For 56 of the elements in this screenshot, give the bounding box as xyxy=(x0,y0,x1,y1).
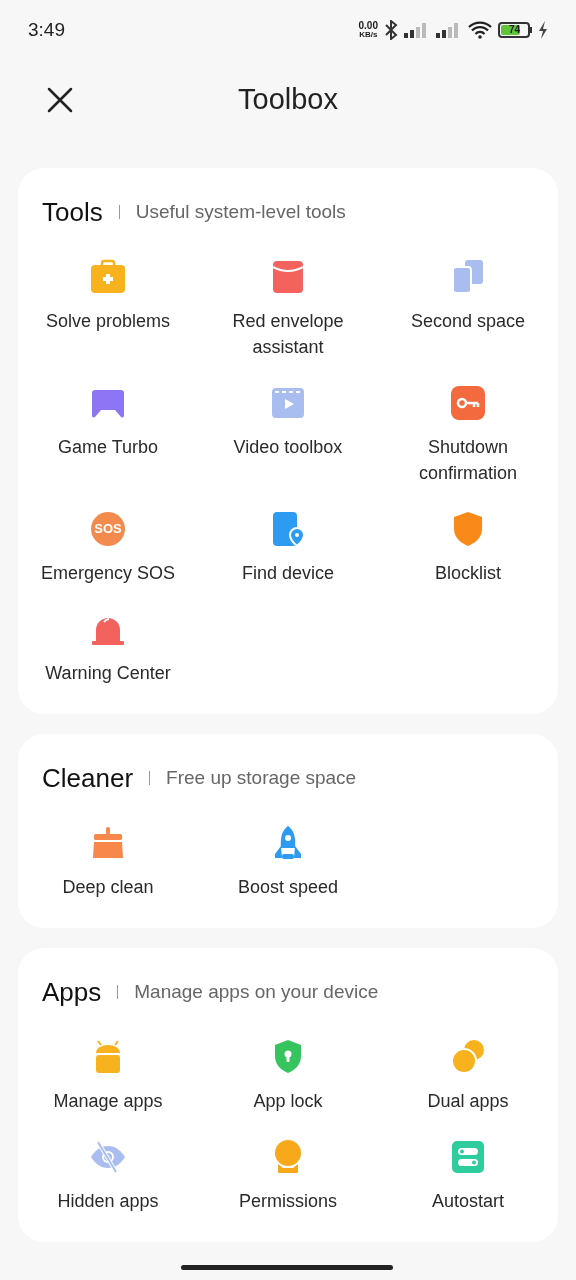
section-title: Cleaner xyxy=(42,761,134,795)
sos-icon: SOS xyxy=(91,512,125,546)
eye-off-icon xyxy=(89,1138,127,1176)
tool-item[interactable]: Blocklist xyxy=(378,510,558,586)
battery-percentage: 74 xyxy=(509,25,521,35)
network-speed-value: 0.00 xyxy=(358,21,378,30)
tool-item[interactable]: Shutdown confirmation xyxy=(378,384,558,486)
tool-label: Hidden apps xyxy=(57,1190,159,1213)
tool-item[interactable]: Video toolbox xyxy=(198,384,378,486)
tool-label: Manage apps xyxy=(53,1090,163,1113)
key-icon xyxy=(449,384,487,422)
bluetooth-icon xyxy=(384,20,398,40)
tool-item[interactable]: Solve problems xyxy=(18,258,198,360)
tool-item[interactable]: App lock xyxy=(198,1038,378,1114)
first-aid-kit-icon xyxy=(89,258,127,296)
charging-icon xyxy=(538,21,548,39)
tool-item[interactable]: Autostart xyxy=(378,1138,558,1214)
clock: 3:49 xyxy=(28,17,65,42)
tool-label: Solve problems xyxy=(45,310,171,333)
tool-label: Emergency SOS xyxy=(40,562,176,585)
section-title: Tools xyxy=(42,195,103,229)
tool-label: App lock xyxy=(253,1090,323,1113)
tool-label: Shutdown confirmation xyxy=(417,436,518,485)
tool-label: Blocklist xyxy=(435,562,501,585)
tool-label: Warning Center xyxy=(45,662,171,685)
tool-item[interactable]: Boost speed xyxy=(198,824,378,900)
tool-label: Find device xyxy=(241,562,335,585)
tool-item[interactable]: Dual apps xyxy=(378,1038,558,1114)
tool-label: Boost speed xyxy=(237,876,339,899)
tool-item[interactable]: Permissions xyxy=(198,1138,378,1214)
section-title: Apps xyxy=(42,975,102,1009)
tool-label: Red envelope assistant xyxy=(231,310,345,359)
tool-label: Game Turbo xyxy=(57,436,158,459)
section-subtitle: Useful system-level tools xyxy=(135,199,346,224)
tool-item[interactable]: Red envelope assistant xyxy=(198,258,378,360)
close-icon xyxy=(47,87,73,113)
tool-label: Permissions xyxy=(239,1190,337,1213)
toggles-icon xyxy=(449,1138,487,1176)
tool-label: Video toolbox xyxy=(233,436,343,459)
page-title: Toolbox xyxy=(238,82,338,118)
tool-item[interactable]: Find device xyxy=(198,510,378,586)
tool-item[interactable]: Manage apps xyxy=(18,1038,198,1114)
tool-label: Dual apps xyxy=(427,1090,509,1113)
wifi-icon xyxy=(468,21,492,39)
tool-item[interactable]: Hidden apps xyxy=(18,1138,198,1214)
network-speed-unit: KB/s xyxy=(359,30,378,39)
tool-item[interactable]: Warning Center xyxy=(18,610,198,686)
section-subtitle: Free up storage space xyxy=(166,765,357,790)
tool-item[interactable]: Game Turbo xyxy=(18,384,198,486)
tool-label: Second space xyxy=(410,310,526,333)
section-subtitle: Manage apps on your device xyxy=(134,979,379,1004)
tool-label: Deep clean xyxy=(62,876,154,899)
tool-label: Autostart xyxy=(431,1190,504,1213)
tool-item[interactable]: Deep clean xyxy=(18,824,198,900)
tool-item[interactable]: SOS Emergency SOS xyxy=(18,510,198,586)
tool-item[interactable]: Second space xyxy=(378,258,558,360)
